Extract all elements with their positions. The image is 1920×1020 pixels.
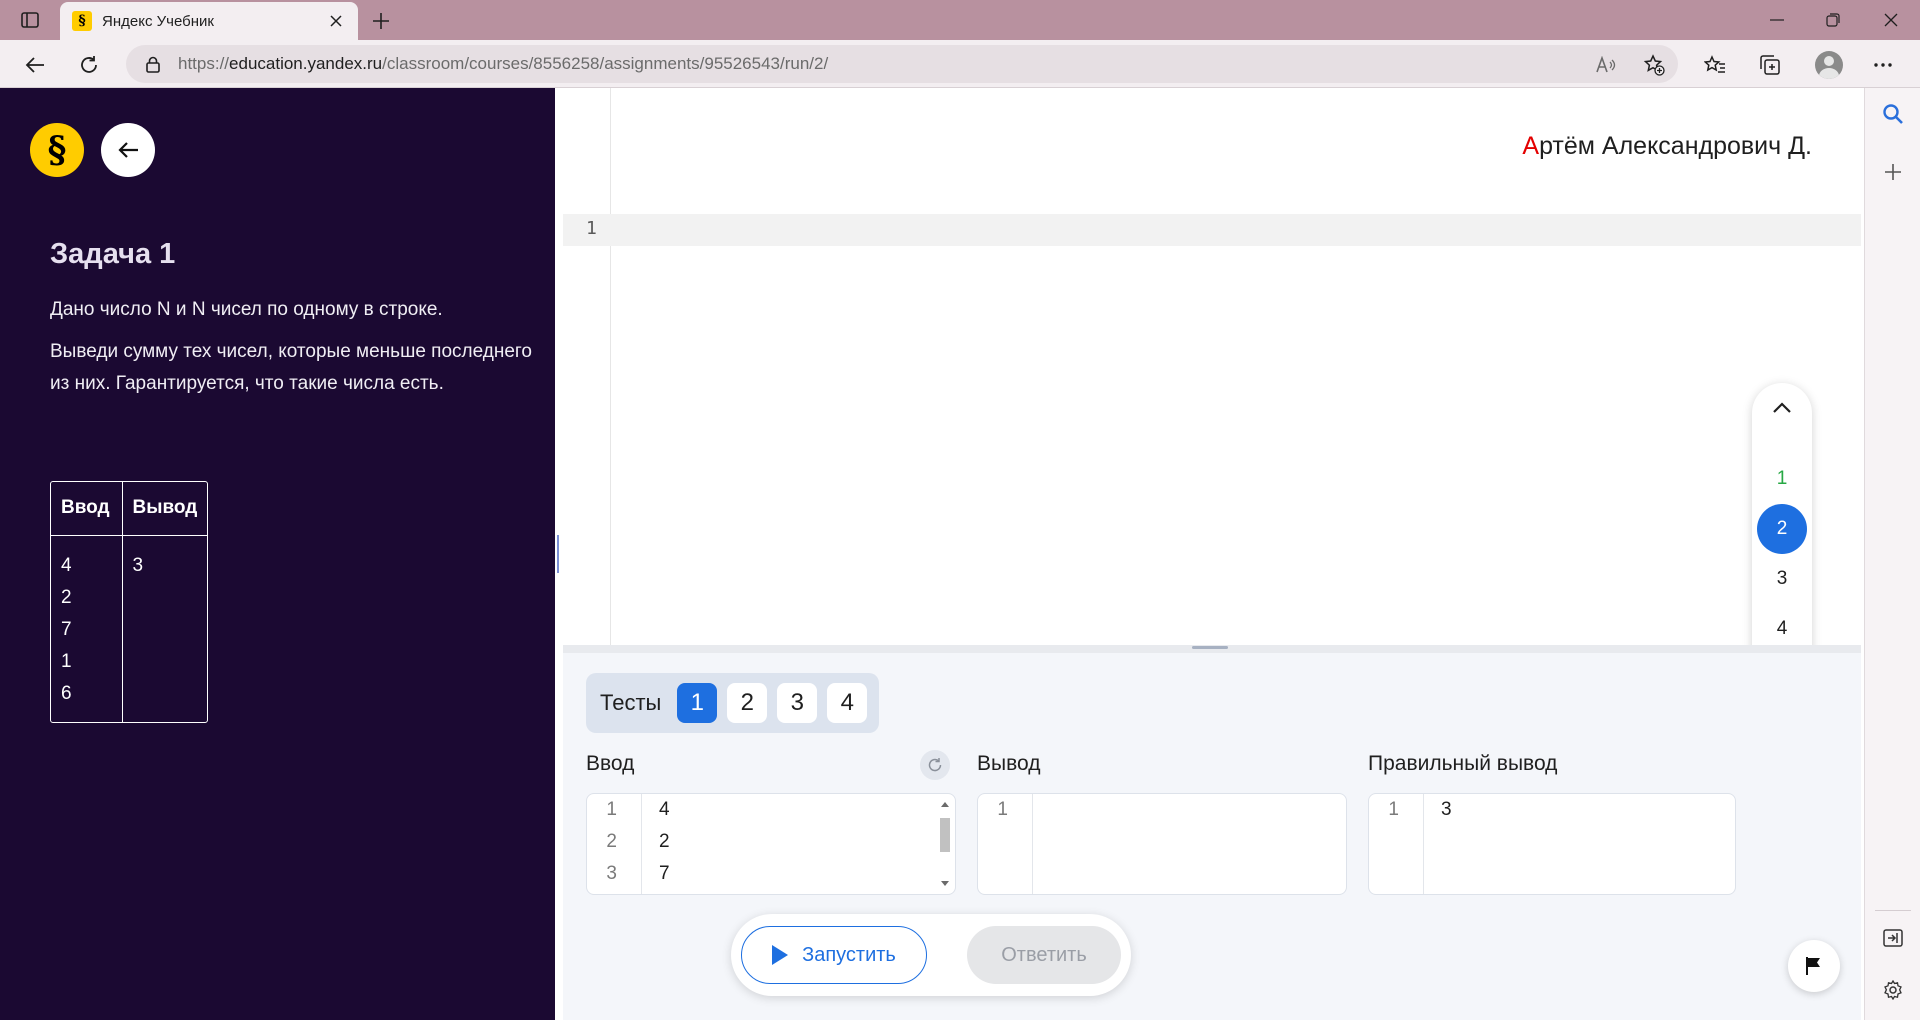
test-input-editor[interactable]: 1 2 3 4 2 7 — [586, 793, 956, 895]
input-line: 7 — [659, 863, 670, 884]
back-arrow-icon[interactable] — [20, 50, 50, 80]
task-nav-item-1[interactable]: 1 — [1757, 454, 1807, 504]
test-output-box: 1 — [977, 793, 1347, 895]
sidebar-divider — [1875, 910, 1911, 911]
run-button[interactable]: Запустить — [741, 926, 927, 984]
editor-active-line[interactable] — [563, 214, 1861, 246]
tests-tabs: Тесты 1 2 3 4 — [586, 673, 879, 733]
output-title: Вывод — [977, 752, 1041, 775]
more-menu-icon[interactable] — [1870, 52, 1896, 78]
url-text: https://education.yandex.ru/classroom/co… — [178, 54, 829, 73]
test-tab-1[interactable]: 1 — [677, 683, 718, 723]
scroll-up-arrow-icon[interactable] — [941, 802, 949, 807]
profile-avatar[interactable] — [1814, 50, 1844, 80]
example-output-cell: 3 — [122, 535, 207, 722]
input-line: 2 — [659, 831, 670, 852]
example-input-header: Ввод — [51, 482, 123, 536]
add-favorite-icon[interactable] — [1642, 53, 1666, 77]
edge-sidebar — [1864, 88, 1920, 1020]
chevron-up-icon[interactable] — [1767, 393, 1797, 423]
collections-icon[interactable] — [1757, 52, 1783, 78]
input-title: Ввод — [586, 752, 635, 775]
task-title: Задача 1 — [50, 238, 176, 270]
reset-input-icon[interactable] — [920, 750, 950, 780]
browser-tab-active[interactable]: § Яндекс Учебник — [60, 2, 358, 40]
example-input-line: 4 — [61, 554, 72, 576]
reload-icon[interactable] — [74, 50, 104, 80]
favorites-icon[interactable] — [1702, 52, 1728, 78]
example-input-line: 7 — [61, 618, 72, 640]
back-button[interactable] — [101, 123, 155, 177]
expected-line: 3 — [1441, 799, 1452, 820]
task-paragraph: Выведи сумму тех чисел, которые меньше п… — [50, 341, 532, 394]
panel-resize-handle[interactable] — [557, 535, 559, 573]
play-icon — [772, 945, 789, 965]
editor-line-number: 1 — [586, 218, 597, 239]
close-tab-icon[interactable] — [326, 11, 346, 31]
yandex-uchebnik-logo[interactable]: § — [30, 123, 84, 177]
example-input-line: 1 — [61, 650, 72, 672]
tests-label: Тесты — [600, 690, 662, 715]
run-button-label: Запустить — [802, 943, 896, 966]
hide-sidebar-icon[interactable] — [1881, 926, 1905, 950]
browser-toolbar: https://education.yandex.ru/classroom/co… — [0, 40, 1920, 88]
task-nav-item-2[interactable]: 2 — [1757, 504, 1807, 554]
report-flag-icon[interactable] — [1788, 940, 1840, 992]
example-input-line: 2 — [61, 586, 72, 608]
input-scrollbar[interactable] — [937, 796, 953, 892]
code-editor[interactable] — [555, 88, 1864, 645]
tab-actions-icon[interactable] — [16, 8, 44, 32]
read-aloud-icon[interactable] — [1594, 53, 1618, 77]
input-line-number: 1 — [606, 799, 617, 820]
task-paragraph: Дано число N и N чисел по одному в строк… — [50, 299, 443, 320]
action-bar: Запустить Ответить — [731, 914, 1131, 996]
restore-window-icon[interactable] — [1818, 6, 1848, 34]
scrollbar-thumb[interactable] — [940, 818, 950, 852]
expected-output-box: 1 3 — [1368, 793, 1736, 895]
browser-tab-bar: § Яндекс Учебник — [0, 0, 1920, 40]
input-line: 4 — [659, 799, 670, 820]
tab-title: Яндекс Учебник — [102, 12, 214, 30]
minimize-window-icon[interactable] — [1762, 6, 1792, 34]
task-panel: § Задача 1 Дано число N и N чисел по одн… — [0, 88, 555, 1020]
student-name: Артём Александрович Д. — [1522, 132, 1812, 160]
close-window-icon[interactable] — [1876, 6, 1906, 34]
yandex-uchebnik-favicon-icon: § — [72, 11, 92, 31]
example-output-header: Вывод — [122, 482, 208, 536]
example-table: Ввод Вывод 4 2 7 1 6 3 — [50, 481, 209, 723]
settings-gear-icon[interactable] — [1881, 978, 1905, 1002]
input-line-number: 2 — [606, 831, 617, 852]
search-icon[interactable] — [1881, 102, 1905, 126]
lock-icon[interactable] — [146, 55, 164, 73]
example-input-cell: 4 2 7 1 6 — [51, 535, 123, 722]
output-line-number: 1 — [997, 799, 1008, 820]
answer-button[interactable]: Ответить — [967, 926, 1121, 984]
add-icon[interactable] — [1881, 160, 1905, 184]
test-tab-4[interactable]: 4 — [827, 683, 868, 723]
splitter-grip[interactable] — [1192, 646, 1228, 649]
test-tab-3[interactable]: 3 — [777, 683, 818, 723]
example-input-line: 6 — [61, 682, 72, 704]
example-output-line: 3 — [132, 554, 144, 576]
task-nav-item-3[interactable]: 3 — [1757, 554, 1807, 604]
test-tab-2[interactable]: 2 — [727, 683, 768, 723]
task-statement: Дано число N и N чисел по одному в строк… — [50, 294, 540, 410]
expected-output-title: Правильный вывод — [1368, 752, 1558, 775]
scroll-down-arrow-icon[interactable] — [941, 881, 949, 886]
editor-gutter — [563, 88, 611, 645]
expected-line-number: 1 — [1388, 799, 1399, 820]
address-bar[interactable]: https://education.yandex.ru/classroom/co… — [126, 45, 1678, 83]
input-line-number: 3 — [606, 863, 617, 884]
new-tab-button[interactable] — [368, 8, 394, 34]
